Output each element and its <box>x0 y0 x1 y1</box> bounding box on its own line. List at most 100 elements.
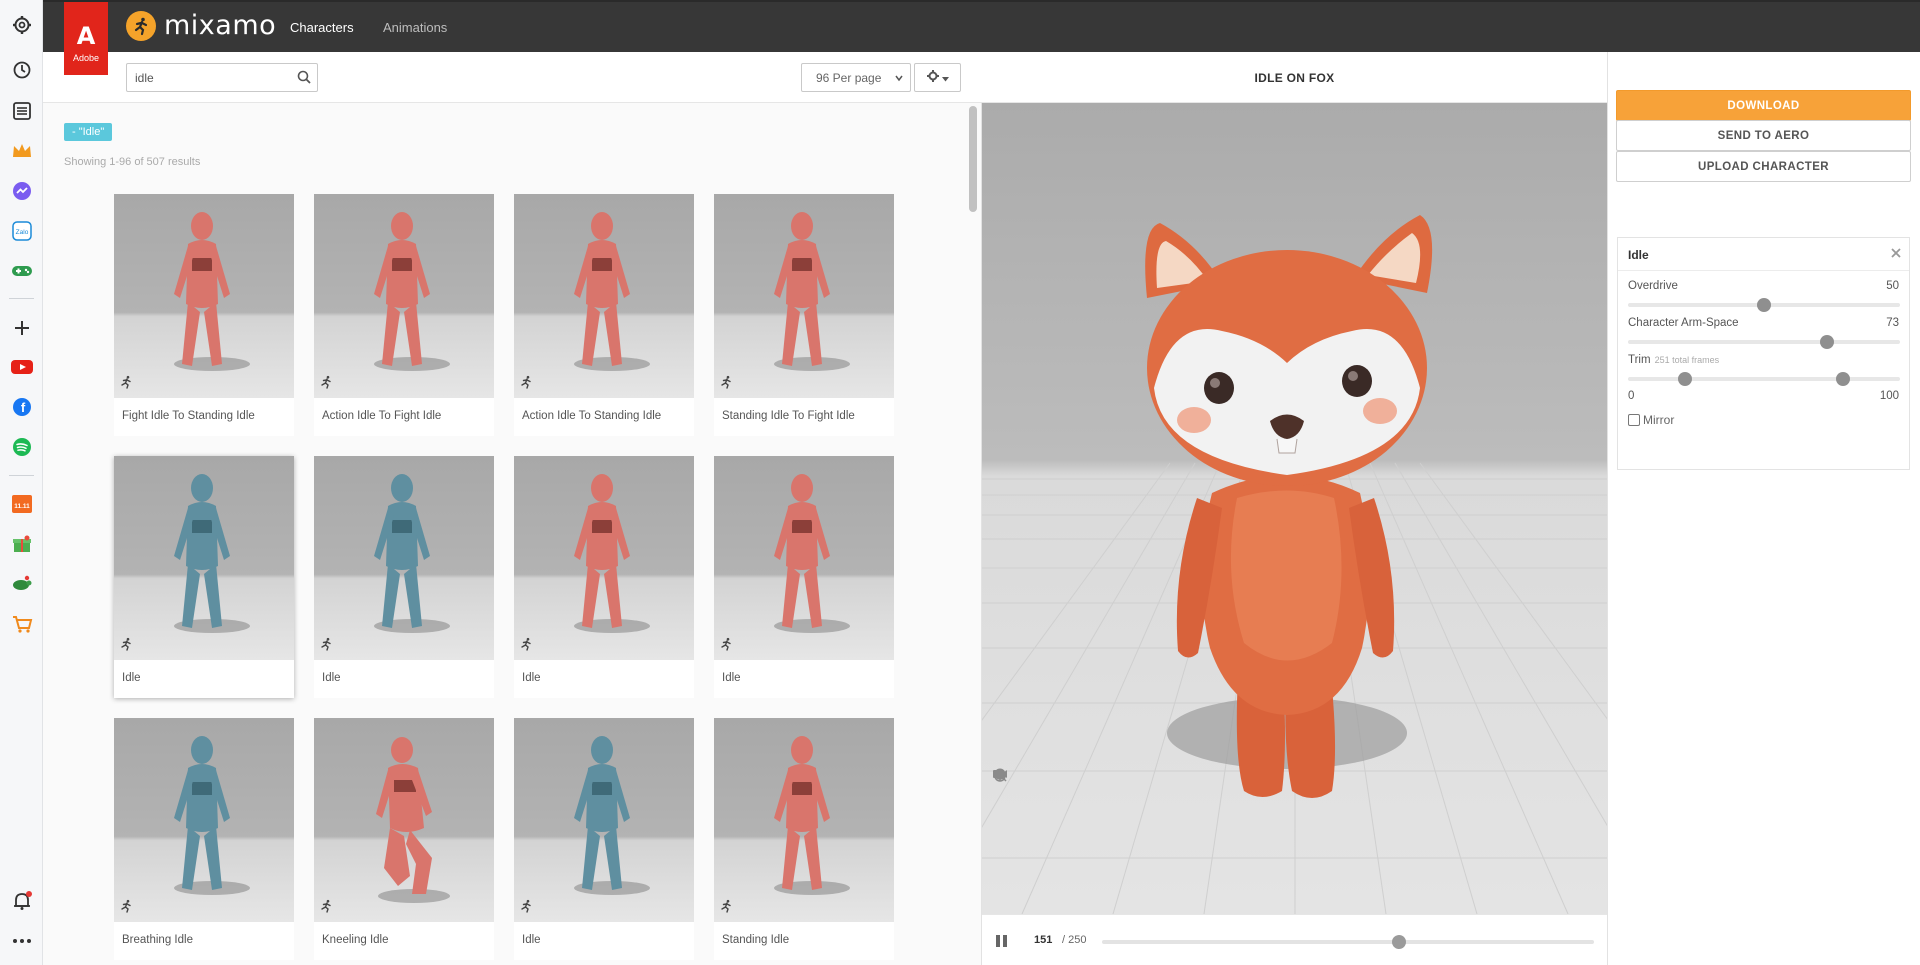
pause-icon[interactable] <box>995 934 1008 948</box>
trim-end-handle[interactable] <box>1835 372 1850 386</box>
running-man-icon <box>719 637 733 656</box>
running-man-icon <box>119 375 133 394</box>
animation-card[interactable]: Idle <box>514 456 694 698</box>
animation-card-label: Idle <box>722 672 741 684</box>
animation-thumbnail <box>714 194 894 398</box>
turtle-icon[interactable] <box>9 571 34 596</box>
animation-thumbnail <box>114 194 294 398</box>
figure-model <box>174 212 250 371</box>
nav-characters[interactable]: Characters <box>290 20 354 35</box>
svg-text:Zalo: Zalo <box>15 229 28 236</box>
settings-title: Idle <box>1628 248 1649 262</box>
timeline-handle[interactable] <box>1392 935 1407 949</box>
shop-icon[interactable]: 11.11 <box>9 491 34 516</box>
trim-title: Trim <box>1628 354 1651 366</box>
youtube-icon[interactable] <box>9 354 34 379</box>
nav-animations[interactable]: Animations <box>383 20 447 35</box>
send-to-aero-button[interactable]: SEND TO AERO <box>1616 120 1911 151</box>
animation-settings: Idle Overdrive 50 Character Arm-Space 73… <box>1617 237 1910 470</box>
svg-text:f: f <box>20 400 25 415</box>
messenger-icon[interactable] <box>9 178 34 203</box>
adobe-logo[interactable]: A Adobe <box>64 2 108 75</box>
close-icon[interactable] <box>1890 246 1902 264</box>
running-man-icon <box>519 375 533 394</box>
figure-model <box>574 212 650 371</box>
gift-icon[interactable] <box>9 531 34 556</box>
cart-icon[interactable] <box>9 611 34 636</box>
scrollbar-thumb[interactable] <box>969 106 977 212</box>
figure-model <box>574 736 650 895</box>
arm-space-handle[interactable] <box>1819 335 1834 349</box>
browser-sidebar: Zalo f 11.11 <box>0 0 43 965</box>
filter-tag[interactable]: - "Idle" <box>64 123 113 141</box>
animation-card[interactable]: Action Idle To Fight Idle <box>314 194 494 436</box>
svg-text:11.11: 11.11 <box>14 503 30 510</box>
spotify-icon[interactable] <box>9 434 34 459</box>
chevron-down-icon <box>894 72 904 86</box>
per-page-select[interactable]: 96 Per page <box>801 63 911 92</box>
animation-thumbnail <box>314 456 494 660</box>
animation-card[interactable]: Action Idle To Standing Idle <box>514 194 694 436</box>
animation-card-label: Standing Idle <box>722 934 790 946</box>
arm-space-slider[interactable] <box>1628 335 1900 349</box>
crown-icon[interactable] <box>9 138 34 163</box>
search-icon[interactable] <box>297 70 311 89</box>
animation-card[interactable]: Idle <box>114 456 294 698</box>
history-icon[interactable] <box>9 57 34 82</box>
timeline-track[interactable] <box>1102 935 1594 949</box>
figure-model <box>574 474 650 633</box>
facebook-icon[interactable]: f <box>9 394 34 419</box>
animation-card-label: Idle <box>322 672 341 684</box>
mixamo-runner-icon <box>126 10 156 41</box>
animation-card[interactable]: Fight Idle To Standing Idle <box>114 194 294 436</box>
settings-dropdown-button[interactable] <box>914 63 961 92</box>
gear-icon[interactable] <box>9 12 34 37</box>
mixamo-brand[interactable]: mixamo <box>126 10 276 41</box>
arm-space-label: Character Arm-Space <box>1628 317 1739 329</box>
animation-card[interactable]: Idle <box>714 456 894 698</box>
search-box[interactable] <box>126 63 318 92</box>
overdrive-handle[interactable] <box>1757 298 1771 312</box>
figure-model <box>774 736 850 895</box>
browser-toolbar: 96 Per page <box>43 52 982 103</box>
mirror-option[interactable]: Mirror <box>1628 413 1674 427</box>
power-icon[interactable] <box>993 769 1009 885</box>
more-icon[interactable] <box>9 928 34 953</box>
viewport-tools <box>993 768 1013 911</box>
move-icon[interactable] <box>993 769 1009 843</box>
animation-card[interactable]: Standing Idle To Fight Idle <box>714 194 894 436</box>
running-man-icon <box>719 375 733 394</box>
trim-min: 0 <box>1628 390 1635 402</box>
animation-card[interactable]: Kneeling Idle <box>314 718 494 960</box>
animation-card[interactable]: Standing Idle <box>714 718 894 960</box>
zoom-icon[interactable] <box>993 769 1009 864</box>
download-button[interactable]: DOWNLOAD <box>1616 90 1911 121</box>
animation-card[interactable]: Idle <box>314 456 494 698</box>
running-man-icon <box>119 637 133 656</box>
plus-icon[interactable] <box>9 315 34 340</box>
bell-icon[interactable] <box>9 888 34 913</box>
animation-card[interactable]: Breathing Idle <box>114 718 294 960</box>
list-icon[interactable] <box>9 98 34 123</box>
upload-character-button[interactable]: UPLOAD CHARACTER <box>1616 151 1911 182</box>
figure-model <box>774 212 850 371</box>
overdrive-slider[interactable] <box>1628 298 1900 312</box>
search-input[interactable] <box>135 69 290 86</box>
animation-thumbnail <box>314 718 494 922</box>
running-man-icon <box>119 899 133 918</box>
zalo-icon[interactable]: Zalo <box>9 218 34 243</box>
gamepad-icon[interactable] <box>9 258 34 283</box>
rotate-icon[interactable] <box>993 770 1009 822</box>
animation-card-label: Fight Idle To Standing Idle <box>122 410 255 422</box>
trim-start-handle[interactable] <box>1678 372 1693 386</box>
3d-viewport[interactable] <box>982 103 1607 914</box>
trim-total-frames: 251 total frames <box>1654 355 1720 365</box>
animation-thumbnail <box>714 718 894 922</box>
per-page-value: 96 Per page <box>816 71 882 85</box>
trim-slider[interactable] <box>1628 372 1900 386</box>
animation-thumbnail <box>114 718 294 922</box>
animation-card[interactable]: Idle <box>514 718 694 960</box>
camera-icon[interactable] <box>993 770 1009 906</box>
animation-thumbnail <box>714 456 894 660</box>
mirror-checkbox[interactable] <box>1628 414 1640 426</box>
